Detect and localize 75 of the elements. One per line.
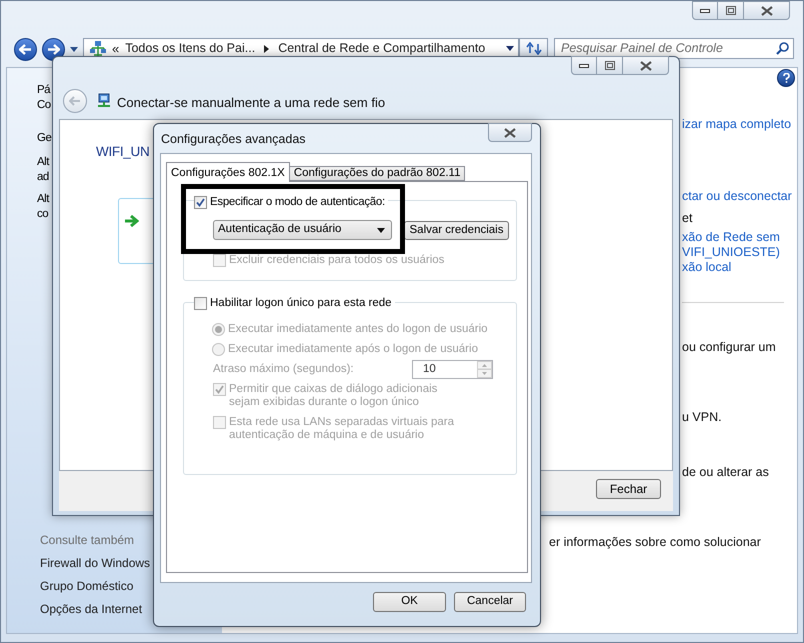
maximize-button[interactable]	[597, 56, 623, 75]
maximize-button[interactable]	[718, 1, 744, 20]
breadcrumb[interactable]: Todos os Itens do Pai...	[125, 39, 256, 58]
description-text: u VPN.	[682, 409, 722, 426]
minimize-icon	[700, 8, 710, 12]
breadcrumb[interactable]: Central de Rede e Compartilhamento	[278, 39, 486, 58]
close-button[interactable]	[488, 123, 532, 142]
field-label: Atraso máximo (segundos):	[213, 362, 354, 377]
save-credentials-button[interactable]: Salvar credenciais	[404, 221, 509, 240]
check-icon	[196, 198, 205, 208]
tab[interactable]: Configurações do padrão 802.11	[290, 166, 466, 181]
close-button[interactable]	[623, 56, 669, 75]
number-field[interactable]: 10	[412, 360, 493, 379]
minimize-button[interactable]	[571, 56, 597, 75]
dialog-button[interactable]: Cancelar	[454, 592, 526, 612]
network-icon	[96, 93, 112, 109]
close-button[interactable]: Fechar	[596, 479, 661, 499]
checkbox[interactable]	[194, 297, 207, 310]
sidebar-link[interactable]: Opções da Internet	[40, 600, 142, 618]
checkbox-label: Permitir que caixas de diálogo adicionais sejam exibidas durante o logon único	[229, 383, 438, 409]
checkbox[interactable]	[194, 196, 207, 210]
network-name: WIFI_UN	[96, 143, 150, 161]
back-arrow-icon	[19, 44, 32, 55]
checkbox-label: Especificar o modo de autenticação:	[210, 195, 385, 210]
description-text: er informações sobre como solucionar	[549, 534, 761, 551]
checkbox-label: Esta rede usa LANs separadas virtuais para autenticação de máquina e de usuário	[229, 416, 456, 442]
checkbox-label: Excluir credenciais para todos os usuários	[229, 253, 444, 268]
forward-button[interactable]	[42, 38, 65, 61]
arrow-right-icon	[125, 215, 139, 227]
tab[interactable]: Configurações 802.1X	[166, 162, 290, 182]
sidebar-item[interactable]: Pá	[37, 82, 50, 100]
question-mark-icon	[782, 73, 790, 83]
dropdown-caret-icon[interactable]	[506, 46, 514, 51]
search-field[interactable]: Pesquisar Painel de Controle	[554, 38, 794, 59]
breadcrumb-overflow[interactable]: «	[112, 42, 120, 55]
sidebar-item[interactable]: Alt	[37, 154, 49, 172]
close-button[interactable]	[744, 1, 790, 20]
checkbox-label: Habilitar logon único para esta rede	[210, 296, 392, 311]
minimize-button[interactable]	[692, 1, 718, 20]
radio-label: Executar imediatamente antes do logon de usuário	[228, 322, 488, 337]
window-title: Conectar-se manualmente a uma rede sem fio	[117, 94, 386, 112]
sidebar-item[interactable]: Alt	[37, 191, 49, 208]
refresh-icon	[526, 42, 542, 55]
dropdown-value: Autenticação de usuário	[218, 222, 342, 238]
close-icon	[760, 6, 772, 16]
dialog-button[interactable]: OK	[373, 592, 446, 612]
sidebar-item[interactable]: ad	[37, 169, 49, 186]
sidebar-item[interactable]: Co	[37, 97, 51, 114]
network-icon	[90, 41, 106, 56]
sidebar-item[interactable]: Ge	[37, 130, 52, 148]
back-button[interactable]	[14, 38, 37, 61]
close-icon	[640, 60, 652, 70]
dropdown[interactable]: Autenticação de usuário	[213, 220, 392, 240]
back-arrow-icon	[69, 96, 81, 106]
sidebar-link[interactable]: Firewall do Windows	[40, 554, 150, 572]
description-text: de ou alterar as	[682, 464, 769, 481]
maximize-icon	[604, 61, 614, 70]
description-text: ou configurar um	[682, 339, 776, 356]
link[interactable]: izar mapa completo	[682, 115, 792, 134]
description-text: et	[682, 210, 692, 227]
dropdown-caret-icon[interactable]	[70, 47, 78, 52]
search-icon	[776, 42, 789, 55]
minimize-icon	[579, 64, 589, 68]
section-heading: Consulte também	[40, 532, 134, 549]
check-icon	[215, 385, 224, 394]
radio-label: Executar imediatamente após o logon de usuário	[228, 342, 478, 357]
link[interactable]: ctar ou desconectar	[682, 187, 792, 206]
sidebar-link[interactable]: Grupo Doméstico	[40, 577, 134, 595]
sidebar-item[interactable]: co	[37, 206, 48, 224]
close-icon	[504, 128, 516, 138]
chevron-icon	[264, 44, 270, 52]
dialog-title: Configurações avançadas	[161, 131, 306, 148]
maximize-icon	[726, 6, 736, 15]
forward-arrow-icon	[47, 44, 60, 55]
dropdown-caret-icon	[377, 228, 385, 232]
